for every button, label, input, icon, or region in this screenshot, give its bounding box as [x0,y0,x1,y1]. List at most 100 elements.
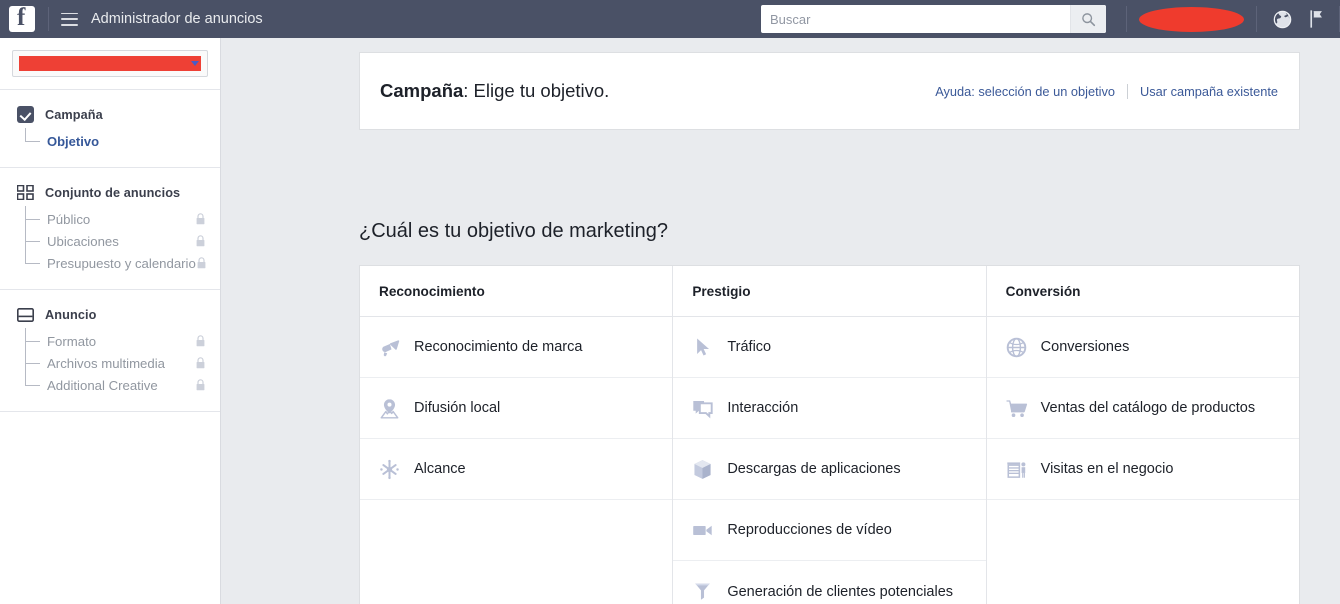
search-bar[interactable] [761,5,1106,33]
objective-label: Alcance [414,461,466,477]
funnel-icon [690,579,715,604]
sidebar-header-label: Anuncio [45,307,97,322]
cursor-arrow-icon [690,335,715,360]
sidebar-header-label: Campaña [45,107,103,122]
sidebar-item-publico[interactable]: Público [25,208,220,230]
column-header-consideration: Prestigio [673,266,986,317]
objective-row-lead-generation[interactable]: Generación de clientes potenciales [673,561,985,604]
hamburger-menu-icon[interactable] [61,12,78,26]
sidebar-item-formato[interactable]: Formato [25,330,220,352]
chevron-down-icon [191,61,199,66]
sidebar-item-label: Additional Creative [47,377,158,393]
objective-label: Conversiones [1040,339,1130,355]
flag-icon[interactable] [1303,6,1329,32]
objective-label: Ventas del catálogo de productos [1040,400,1256,416]
objective-row-conversions[interactable]: Conversiones [986,317,1299,378]
account-name-redaction-bar [19,56,201,71]
lock-icon [196,379,205,391]
objective-row-brand-awareness[interactable]: Reconocimiento de marca [360,317,673,378]
use-existing-campaign-link[interactable]: Usar campaña existente [1140,84,1278,99]
objective-row-reach[interactable]: Alcance [360,439,673,500]
objective-label: Generación de clientes potenciales [727,583,954,600]
campaign-header-panel: Campaña: Elige tu objetivo. Ayuda: selec… [359,52,1300,130]
panel-link-divider [1127,83,1128,99]
objective-row-local-awareness[interactable]: Difusión local [360,378,673,439]
objective-label: Reproducciones de vídeo [727,522,892,538]
column-header-label: Reconocimiento [379,283,485,299]
help-objective-link[interactable]: Ayuda: selección de un objetivo [935,84,1115,99]
objective-row-traffic[interactable]: Tráfico [673,317,986,378]
sidebar-section-ad: Anuncio Formato Archivos multimedia Addi… [0,290,220,411]
speech-bubbles-icon [690,396,715,421]
column-header-conversion: Conversión [986,266,1299,317]
topbar-divider-2 [1256,6,1257,32]
topbar-divider-left [48,7,49,31]
objective-row-app-installs[interactable]: Descargas de aplicaciones [673,439,986,500]
objective-label: Descargas de aplicaciones [727,461,901,477]
search-input[interactable] [761,5,1070,33]
app-box-icon [690,457,715,482]
sidebar-item-label: Presupuesto y calendario [47,255,196,271]
marketing-objective-question: ¿Cuál es tu objetivo de marketing? [359,220,669,242]
topbar-divider-1 [1126,6,1127,32]
sidebar-divider-3 [0,411,220,412]
search-icon [1082,12,1096,26]
reach-burst-icon [377,457,402,482]
lock-icon [196,213,205,225]
page-title-strong: Campaña [380,80,464,101]
page-title: Campaña: Elige tu objetivo. [380,80,609,102]
facebook-logo[interactable] [9,4,35,32]
panel-links: Ayuda: selección de un objetivo Usar cam… [935,83,1278,99]
account-selector[interactable] [12,50,208,77]
sidebar-header-adset[interactable]: Conjunto de anuncios [0,184,220,201]
checkbox-checked-icon [17,106,34,123]
sidebar-header-campaign[interactable]: Campaña [0,106,220,123]
sidebar-item-label: Público [47,211,91,227]
storefront-icon [1004,457,1029,482]
objective-row-store-visits[interactable]: Visitas en el negocio [986,439,1299,500]
objective-column-conversion: Conversión Conversiones Ventas del catál… [986,266,1299,604]
objective-label: Visitas en el negocio [1040,461,1174,477]
lock-icon [197,257,206,269]
objectives-table: Reconocimiento Reconocimiento de marca D… [359,265,1300,604]
sidebar-item-archivos-multimedia[interactable]: Archivos multimedia [25,352,220,374]
objective-row-engagement[interactable]: Interacción [673,378,986,439]
map-pin-icon [377,396,402,421]
globe-icon [1004,335,1029,360]
sidebar-item-objetivo[interactable]: Objetivo [25,130,220,152]
app-title: Administrador de anuncios [91,11,263,27]
ad-window-icon [17,306,34,323]
objective-label: Reconocimiento de marca [414,339,583,355]
objective-label: Difusión local [414,400,501,416]
sidebar-item-presupuesto-calendario[interactable]: Presupuesto y calendario [25,252,220,274]
objective-row-product-catalog-sales[interactable]: Ventas del catálogo de productos [986,378,1299,439]
column-header-label: Conversión [1005,283,1081,299]
lock-icon [196,357,205,369]
objective-row-video-views[interactable]: Reproducciones de vídeo [673,500,986,561]
sidebar-item-ubicaciones[interactable]: Ubicaciones [25,230,220,252]
column-header-label: Prestigio [692,283,751,299]
page-title-rest: : Elige tu objetivo. [463,80,610,101]
objective-column-awareness: Reconocimiento Reconocimiento de marca D… [360,266,674,604]
sidebar-tree-campaign: Objetivo [0,128,220,152]
sidebar-section-campaign: Campaña Objetivo [0,90,220,167]
sidebar-item-label: Ubicaciones [47,233,119,249]
objective-label: Interacción [727,400,799,416]
account-name-redaction [1139,6,1244,32]
sidebar-item-additional-creative[interactable]: Additional Creative [25,374,220,396]
sidebar: Campaña Objetivo Conjunto de anuncios Pú… [0,38,221,604]
sidebar-item-label: Archivos multimedia [47,355,165,371]
sidebar-tree-ad: Formato Archivos multimedia Additional C… [0,328,220,396]
sidebar-section-adset: Conjunto de anuncios Público Ubicaciones… [0,168,220,289]
search-button[interactable] [1070,5,1106,33]
sidebar-header-ad[interactable]: Anuncio [0,306,220,323]
globe-icon[interactable] [1269,6,1295,32]
megaphone-icon [377,335,402,360]
main-content: Campaña: Elige tu objetivo. Ayuda: selec… [221,38,1340,604]
video-camera-icon [690,518,715,543]
lock-icon [196,235,205,247]
objective-label: Tráfico [727,339,772,355]
sidebar-item-label: Objetivo [47,133,100,149]
objective-column-consideration: Prestigio Tráfico Interacción Descargas … [673,266,987,604]
grid-icon [17,184,34,201]
